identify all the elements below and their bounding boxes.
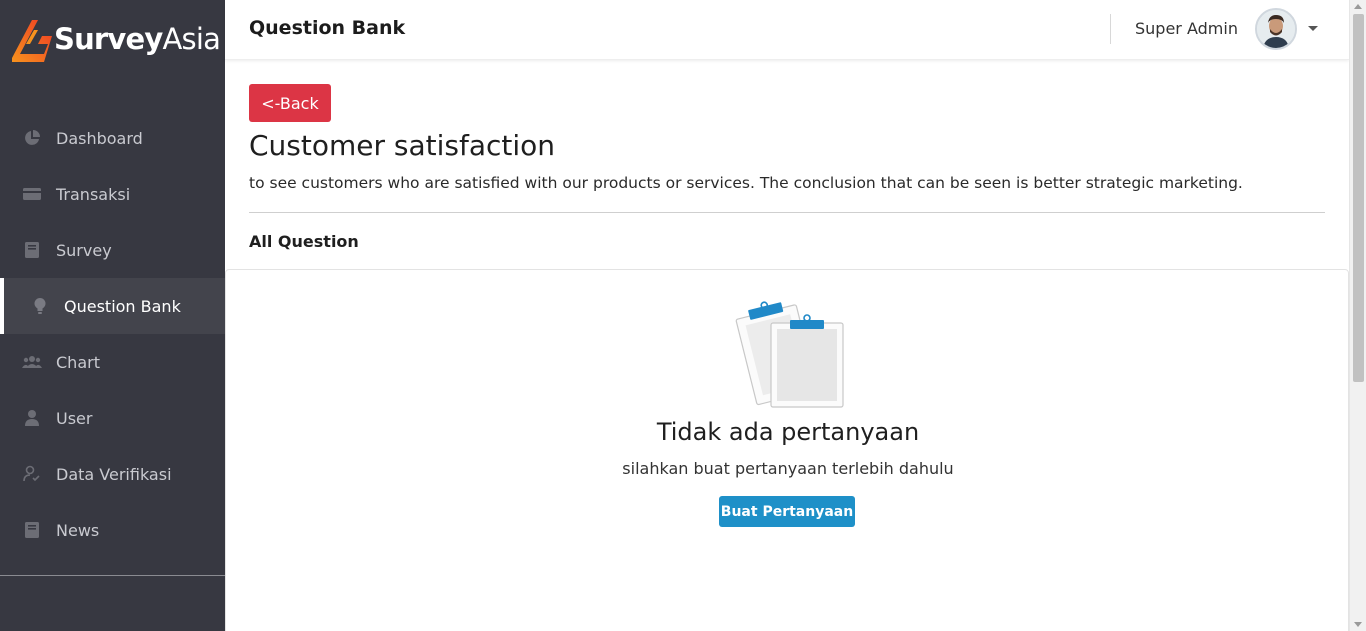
create-question-button[interactable]: Buat Pertanyaan [719,496,855,527]
book-icon [22,520,42,540]
sidebar-nav: Dashboard Transaksi Survey Question Bank… [0,110,225,558]
sidebar-item-data-verifikasi[interactable]: Data Verifikasi [0,446,225,502]
top-header: Question Bank Super Admin [225,0,1349,60]
questions-card: Tidak ada pertanyaan silahkan buat perta… [225,269,1349,631]
sidebar-item-survey[interactable]: Survey [0,222,225,278]
scroll-up-icon[interactable] [1354,4,1362,9]
sidebar-item-label: Dashboard [56,128,143,148]
scroll-down-icon[interactable] [1354,622,1362,627]
back-button[interactable]: <-Back [249,84,331,122]
empty-state-subtitle: silahkan buat pertanyaan terlebih dahulu [622,459,954,478]
sidebar-divider [0,575,225,576]
page-scrollbar[interactable] [1349,0,1366,631]
users-icon [22,352,42,372]
lightbulb-icon [30,296,50,316]
pie-chart-icon [22,128,42,148]
chevron-down-icon[interactable] [1308,26,1318,31]
sidebar-item-label: Question Bank [64,296,181,316]
surveyasia-logo-icon [12,20,52,62]
sidebar-item-dashboard[interactable]: Dashboard [0,110,225,166]
sidebar-item-question-bank[interactable]: Question Bank [0,278,225,334]
page-title: Question Bank [249,17,406,39]
header-divider [1110,14,1111,44]
sidebar-item-label: Transaksi [56,184,131,204]
survey-title: Customer satisfaction [249,129,556,162]
sidebar-item-news[interactable]: News [0,502,225,558]
avatar[interactable] [1255,8,1297,50]
brand-name: SurveyAsia [54,22,221,56]
user-avatar-icon [1257,10,1295,48]
sidebar-item-chart[interactable]: Chart [0,334,225,390]
section-title: All Question [249,232,359,251]
sidebar-item-label: User [56,408,93,428]
sidebar-item-label: Chart [56,352,100,372]
book-icon [22,240,42,260]
user-icon [22,408,42,428]
brand-logo[interactable]: SurveyAsia [8,12,221,66]
clipboard-empty-icon [735,301,844,408]
sidebar-item-label: Data Verifikasi [56,464,172,484]
survey-description: to see customers who are satisfied with … [249,174,1243,192]
user-check-icon [22,464,42,484]
section-divider [249,212,1325,213]
sidebar: SurveyAsia Dashboard Transaksi Survey Qu… [0,0,225,631]
sidebar-item-label: Survey [56,240,112,260]
sidebar-item-user[interactable]: User [0,390,225,446]
scroll-thumb[interactable] [1353,14,1364,382]
sidebar-item-transaksi[interactable]: Transaksi [0,166,225,222]
user-name[interactable]: Super Admin [1135,19,1238,38]
sidebar-item-label: News [56,520,100,540]
card-icon [22,184,42,204]
main-content: <-Back Customer satisfaction to see cust… [225,61,1349,631]
empty-state-title: Tidak ada pertanyaan [656,418,920,446]
